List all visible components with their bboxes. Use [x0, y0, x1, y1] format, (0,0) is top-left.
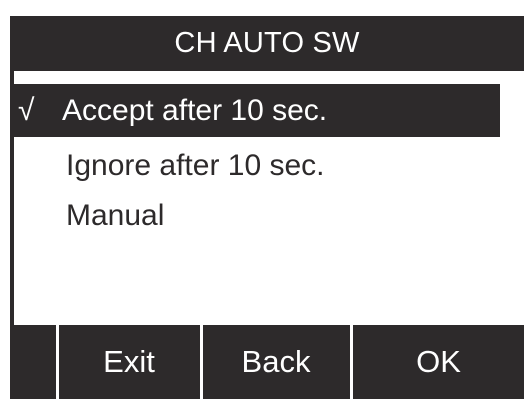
menu-item-ignore-after-10-sec[interactable]: Ignore after 10 sec. [66, 139, 325, 192]
ok-button[interactable]: OK [353, 325, 524, 399]
menu-item-label: Accept after 10 sec. [62, 93, 328, 127]
blank-softkey [10, 325, 55, 399]
channel-auto-switch-screen: CH AUTO SW √ Accept after 10 sec. Ignore… [0, 0, 524, 399]
back-button[interactable]: Back [203, 325, 349, 399]
menu-item-manual[interactable]: Manual [66, 189, 164, 242]
exit-button[interactable]: Exit [59, 325, 199, 399]
screen-title: CH AUTO SW [174, 27, 360, 59]
menu-item-label: Manual [66, 198, 165, 232]
menu-item-label: Ignore after 10 sec. [66, 148, 325, 182]
menu-item-accept-after-10-sec[interactable]: √ Accept after 10 sec. [14, 84, 500, 137]
softkey-bar: Exit Back OK [10, 325, 524, 399]
menu-list: √ Accept after 10 sec. Ignore after 10 s… [10, 71, 524, 325]
checkmark-icon: √ [18, 93, 35, 127]
screen-title-bar: CH AUTO SW [10, 16, 524, 71]
